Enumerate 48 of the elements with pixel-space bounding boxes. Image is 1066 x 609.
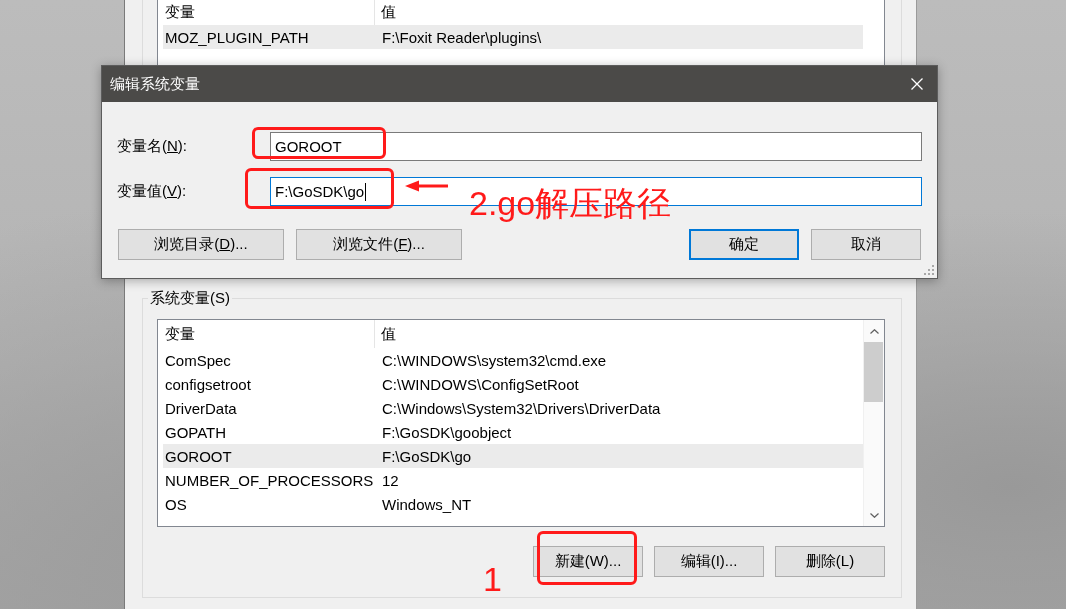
annotation-arrow [405, 180, 448, 192]
variable-value-cell-text: 12 [381, 470, 399, 491]
dialog-button[interactable]: 确定 [689, 229, 799, 260]
dialog-title: 编辑系统变量 [109, 74, 200, 94]
scrollbar-thumb[interactable] [864, 342, 883, 402]
variable-value-cell-text: F:\GoSDK\go [381, 446, 472, 467]
variable-value-cell-text: C:\WINDOWS\ConfigSetRoot [381, 374, 579, 395]
dialog-button[interactable]: 浏览目录(D)... [118, 229, 284, 260]
table-row[interactable]: configsetroot C:\WINDOWS\ConfigSetRoot [163, 372, 863, 396]
close-icon[interactable] [911, 78, 923, 90]
field-label: 变量名(N): [117, 137, 187, 156]
list-action-button[interactable]: 删除(L) [775, 546, 885, 577]
input-field[interactable]: GOROOT [270, 132, 922, 161]
variable-value-cell-text: C:\Windows\System32\Drivers\DriverData [381, 398, 661, 419]
variable-name-cell-text: DriverData [164, 398, 238, 419]
variable-value-cell-text: Windows_NT [381, 494, 472, 515]
list-action-button[interactable]: 编辑(I)... [654, 546, 764, 577]
text-cursor-icon [365, 182, 367, 201]
dialog-button[interactable]: 浏览文件(F)... [296, 229, 462, 260]
variable-name-cell-text: OS [164, 494, 188, 515]
chevron-down-icon[interactable] [869, 512, 879, 518]
variable-name-cell-text: MOZ_PLUGIN_PATH [164, 27, 310, 48]
variable-name-cell-text: GOROOT [164, 446, 233, 467]
column-header[interactable]: 变量 [163, 320, 375, 348]
column-header[interactable]: 值 [375, 320, 396, 348]
table-row[interactable]: OS Windows_NT [163, 492, 863, 516]
dialog-button[interactable]: 取消 [811, 229, 921, 260]
variable-value-cell-text: F:\Foxit Reader\plugins\ [381, 27, 542, 48]
variable-name-cell-text: ComSpec [164, 350, 232, 371]
variable-name-cell-text: NUMBER_OF_PROCESSORS [164, 470, 375, 491]
variable-name-cell-text: configsetroot [164, 374, 252, 395]
column-header[interactable]: 值 [375, 0, 396, 25]
table-row[interactable]: GOPATH F:\GoSDK\goobject [163, 420, 863, 444]
table-row[interactable]: DriverData C:\Windows\System32\Drivers\DriverData [163, 396, 863, 420]
variable-value-cell-text: F:\GoSDK\goobject [381, 422, 512, 443]
scrollbar[interactable] [863, 320, 884, 526]
annotation-text: 1 [483, 562, 502, 596]
resize-grip-icon[interactable] [924, 265, 934, 275]
table-row[interactable]: GOROOT F:\GoSDK\go [163, 444, 863, 468]
variable-name-cell-text: GOPATH [164, 422, 228, 443]
field-label: 变量值(V): [117, 182, 187, 201]
table-row[interactable]: MOZ_PLUGIN_PATH F:\Foxit Reader\plugins\ [163, 25, 863, 49]
table-row[interactable]: NUMBER_OF_PROCESSORS 12 [163, 468, 863, 492]
group-title: 系统变量(S) [149, 288, 231, 308]
list-action-button[interactable]: 新建(W)... [533, 546, 643, 577]
table-row[interactable]: ComSpec C:\WINDOWS\system32\cmd.exe [163, 348, 863, 372]
variable-value-cell-text: C:\WINDOWS\system32\cmd.exe [381, 350, 607, 371]
chevron-up-icon[interactable] [869, 328, 879, 334]
